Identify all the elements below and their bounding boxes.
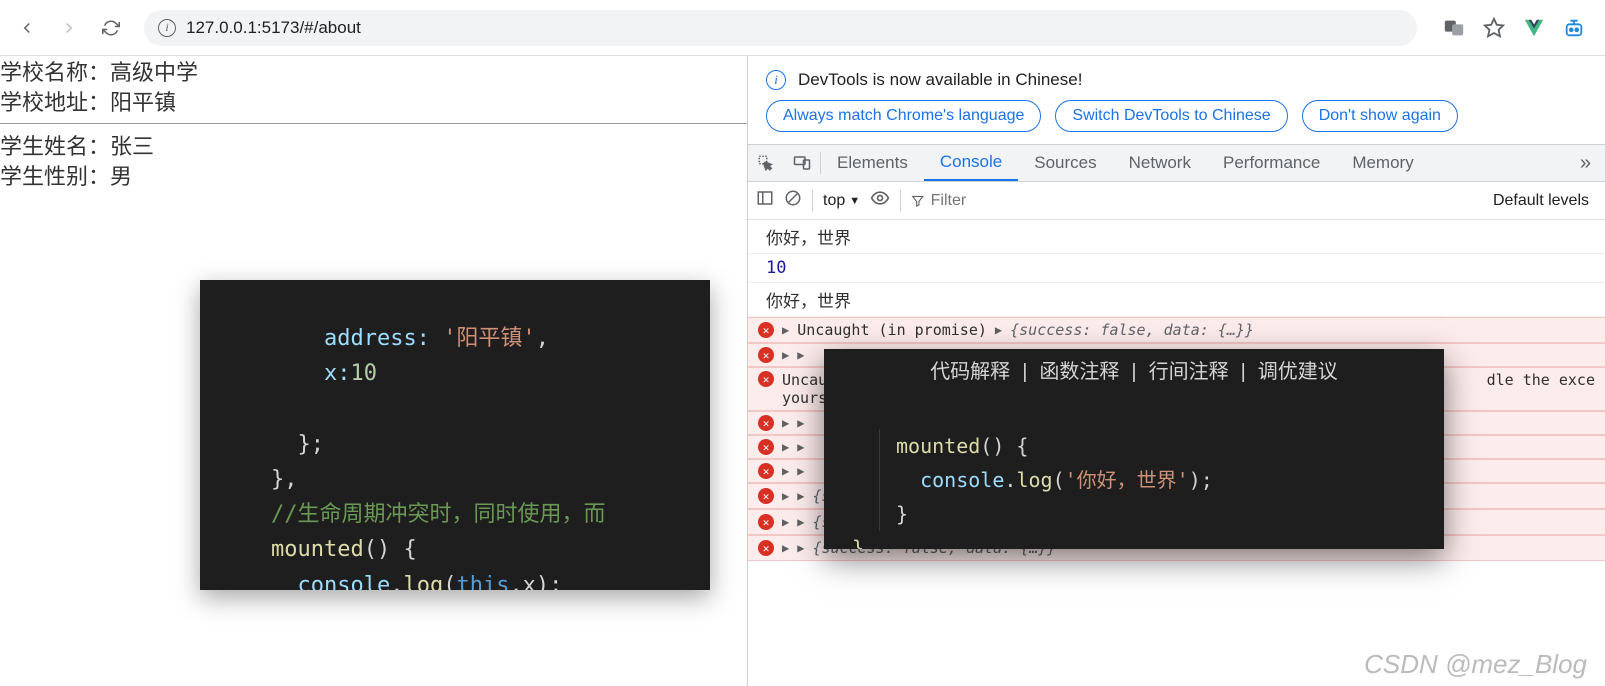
sidebar-toggle-icon[interactable]: [756, 189, 774, 212]
student-sex-label: 学生性别：: [0, 164, 110, 189]
bookmark-star-icon[interactable]: [1483, 17, 1505, 39]
filter-icon: [911, 194, 925, 208]
url-text: 127.0.0.1:5173/#/about: [186, 18, 361, 38]
code-snippet-right: 代码解释 | 函数注释 | 行间注释 | 调优建议 mounted() { co…: [824, 349, 1444, 549]
filter-box[interactable]: [911, 192, 1483, 210]
tab-sources[interactable]: Sources: [1018, 145, 1112, 181]
log-line: 10: [748, 254, 1605, 283]
student-name: 张三: [110, 134, 154, 159]
robot-extension-icon[interactable]: [1563, 17, 1585, 39]
extension-icons: [1433, 17, 1595, 39]
code-snippet-left: address: '阳平镇', x:10 }; }, //生命周期冲突时，同时使…: [200, 280, 710, 590]
tab-memory[interactable]: Memory: [1336, 145, 1429, 181]
school-addr-label: 学校地址：: [0, 90, 110, 115]
error-line[interactable]: ✕ ▶ Uncaught (in promise) ▶ {success: fa…: [748, 317, 1605, 343]
log-line: 你好，世界: [748, 220, 1605, 254]
devtools-panel: i DevTools is now available in Chinese! …: [748, 56, 1605, 686]
student-info: 学生姓名：张三 学生性别：男: [0, 130, 747, 191]
forward-button[interactable]: [52, 11, 86, 45]
school-name-label: 学校名称：: [0, 60, 110, 85]
banner-buttons: Always match Chrome's language Switch De…: [748, 100, 1605, 144]
page-content: 学校名称：高级中学 学校地址：阳平镇 学生姓名：张三 学生性别：男 addres…: [0, 56, 748, 686]
reload-button[interactable]: [94, 11, 128, 45]
tab-console[interactable]: Console: [924, 145, 1018, 181]
school-addr: 阳平镇: [110, 90, 176, 115]
expand-icon[interactable]: ▶: [782, 323, 789, 337]
school-info: 学校名称：高级中学 学校地址：阳平镇: [0, 56, 747, 117]
banner-text: DevTools is now available in Chinese!: [798, 70, 1082, 90]
clear-console-icon[interactable]: [784, 189, 802, 212]
device-toggle-icon[interactable]: [784, 154, 820, 172]
context-selector[interactable]: top ▼: [823, 192, 860, 210]
address-bar[interactable]: i 127.0.0.1:5173/#/about: [144, 10, 1417, 46]
tab-network[interactable]: Network: [1113, 145, 1207, 181]
school-name: 高级中学: [110, 60, 198, 85]
translate-icon[interactable]: [1443, 17, 1465, 39]
tab-performance[interactable]: Performance: [1207, 145, 1336, 181]
dont-show-again-button[interactable]: Don't show again: [1302, 100, 1458, 132]
student-sex: 男: [110, 164, 132, 189]
inspect-icon[interactable]: [748, 154, 784, 172]
back-button[interactable]: [10, 11, 44, 45]
match-language-button[interactable]: Always match Chrome's language: [766, 100, 1041, 132]
divider: [0, 123, 747, 124]
tab-elements[interactable]: Elements: [821, 145, 924, 181]
browser-toolbar: i 127.0.0.1:5173/#/about: [0, 0, 1605, 56]
filter-input[interactable]: [931, 192, 1483, 210]
live-expression-icon[interactable]: [870, 188, 890, 213]
devtools-tabs: Elements Console Sources Network Perform…: [748, 144, 1605, 182]
devtools-language-banner: i DevTools is now available in Chinese!: [748, 56, 1605, 100]
console-log: 你好，世界 10 你好，世界 ✕ ▶ Uncaught (in promise)…: [748, 220, 1605, 686]
log-levels-selector[interactable]: Default levels: [1493, 192, 1597, 210]
tabs-overflow-icon[interactable]: »: [1566, 152, 1605, 175]
switch-chinese-button[interactable]: Switch DevTools to Chinese: [1055, 100, 1287, 132]
site-info-icon[interactable]: i: [158, 19, 176, 37]
console-toolbar: top ▼ Default levels: [748, 182, 1605, 220]
code-assist-header: 代码解释 | 函数注释 | 行间注释 | 调优建议: [824, 353, 1444, 395]
error-icon: ✕: [758, 322, 774, 338]
info-icon: i: [766, 70, 786, 90]
student-name-label: 学生姓名：: [0, 134, 110, 159]
vue-devtools-icon[interactable]: [1523, 17, 1545, 39]
log-line: 你好，世界: [748, 283, 1605, 317]
